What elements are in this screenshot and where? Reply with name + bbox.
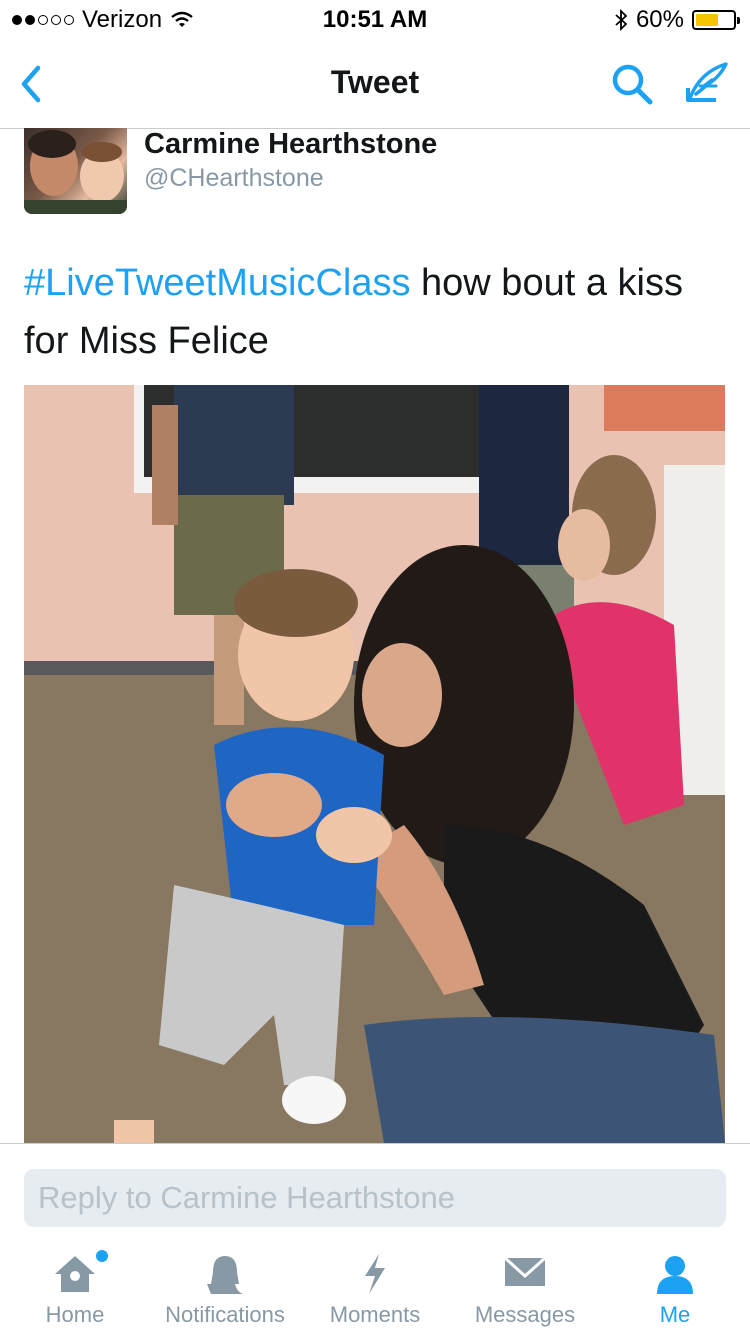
bluetooth-icon: [615, 8, 628, 32]
tab-label: Moments: [329, 1302, 421, 1327]
tab-notifications[interactable]: Notifications: [150, 1240, 300, 1334]
tab-me[interactable]: Me: [600, 1240, 750, 1334]
tab-messages[interactable]: Messages: [450, 1240, 600, 1334]
envelope-icon: [503, 1256, 547, 1286]
battery-percent: 60%: [635, 6, 684, 33]
bell-icon: [207, 1256, 243, 1294]
navigation-bar: Tweet: [0, 40, 750, 129]
lightning-icon: [365, 1254, 385, 1294]
compose-icon[interactable]: [682, 58, 730, 106]
home-notification-dot: [96, 1250, 108, 1262]
tab-bar: Home Notifications Moments Messages Me: [0, 1240, 750, 1334]
battery-info: 60%: [614, 6, 740, 34]
battery-level: [696, 14, 718, 26]
avatar[interactable]: [24, 128, 127, 214]
tweet-photo[interactable]: [24, 385, 725, 1143]
tab-moments[interactable]: Moments: [300, 1240, 450, 1334]
battery-icon: [692, 10, 740, 30]
tab-label: Home: [45, 1302, 105, 1327]
author-name[interactable]: Carmine Hearthstone: [144, 128, 437, 161]
tab-label: Messages: [474, 1302, 576, 1327]
tab-label: Me: [659, 1302, 691, 1327]
tab-label: Notifications: [165, 1302, 285, 1327]
divider: [0, 1143, 750, 1144]
home-icon: [55, 1256, 95, 1292]
person-icon: [657, 1256, 693, 1294]
reply-input[interactable]: [24, 1169, 726, 1227]
hashtag-link[interactable]: #LiveTweetMusicClass: [24, 262, 410, 304]
tab-home[interactable]: Home: [0, 1240, 150, 1334]
status-bar: Verizon 10:51 AM 60%: [0, 0, 750, 40]
author-handle[interactable]: @CHearthstone: [144, 164, 324, 193]
tweet-text: #LiveTweetMusicClass how bout a kiss for…: [24, 254, 724, 370]
search-icon[interactable]: [608, 60, 656, 108]
